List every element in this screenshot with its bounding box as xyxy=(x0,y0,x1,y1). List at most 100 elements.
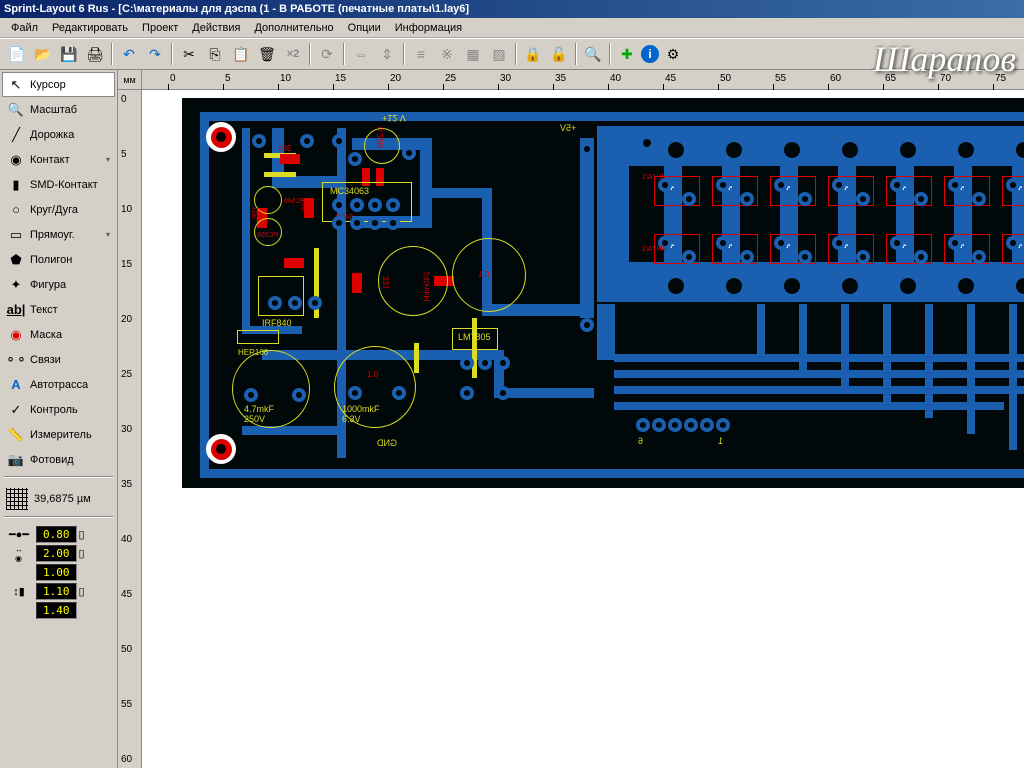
photo-icon: 📷 xyxy=(7,451,25,469)
smd-w-icon: ↕▮ xyxy=(6,585,32,599)
param-track-width[interactable]: ━●━0.80▯ xyxy=(6,526,111,543)
shape-icon: ✦ xyxy=(7,276,25,294)
measure-icon: 📏 xyxy=(7,426,25,444)
param-smd-w[interactable]: ↕▮1.10▯ xyxy=(6,583,111,600)
menu-action[interactable]: Действия xyxy=(185,20,247,36)
circle-icon: ○ xyxy=(7,201,25,219)
align-icon[interactable]: ≡ xyxy=(409,42,433,66)
chevron-down-icon: ▾ xyxy=(106,155,110,164)
param-pad-outer[interactable]: ↔◉2.00▯ xyxy=(6,545,111,562)
label-mc34063: MC34063 xyxy=(330,186,369,196)
menu-edit[interactable]: Редактировать xyxy=(45,20,135,36)
grid-value: 39,6875 µм xyxy=(34,493,91,505)
label-gnd: GND xyxy=(377,438,397,448)
duplicate-icon[interactable]: ×2 xyxy=(281,42,305,66)
tool-cursor[interactable]: ↖Курсор xyxy=(2,72,115,97)
tool-track[interactable]: ╱Дорожка xyxy=(2,122,115,147)
mirror-v-icon[interactable]: ⇕ xyxy=(375,42,399,66)
link-icon: ⚬⚬ xyxy=(7,351,25,369)
mask-icon: ◉ xyxy=(7,326,25,344)
undo-icon[interactable]: ↶ xyxy=(117,42,141,66)
new-file-icon[interactable]: 📄 xyxy=(5,42,29,66)
param-smd-h[interactable]: 1.40 xyxy=(6,602,111,619)
label-cap1a: 4.7mkF xyxy=(244,404,274,414)
canvas-area: мм 05101520253035404550556065707580 0510… xyxy=(118,70,1024,768)
search-icon[interactable]: 🔍 xyxy=(581,42,605,66)
snap-icon[interactable]: ※ xyxy=(435,42,459,66)
cut-icon[interactable]: ✂ xyxy=(177,42,201,66)
open-file-icon[interactable]: 📂 xyxy=(31,42,55,66)
rect-icon: ▭ xyxy=(7,226,25,244)
track-icon: ╱ xyxy=(7,126,25,144)
auto-icon: A xyxy=(7,376,25,394)
crosshair-icon[interactable]: ✚ xyxy=(615,42,639,66)
tool-circle[interactable]: ○Круг/Дуга xyxy=(2,197,115,222)
pcb-viewport[interactable]: MC34063 LM7805 IRF840 HER106 4.7mkF 250V… xyxy=(142,90,1024,768)
paste-icon[interactable]: 📋 xyxy=(229,42,253,66)
pcb-board[interactable]: MC34063 LM7805 IRF840 HER106 4.7mkF 250V… xyxy=(182,98,1024,488)
tool-zoom[interactable]: 🔍Масштаб xyxy=(2,97,115,122)
tool-polygon[interactable]: ⬟Полигон xyxy=(2,247,115,272)
label-her106: HER106 xyxy=(238,348,268,357)
tool-smd[interactable]: ▮SMD-Контакт xyxy=(2,172,115,197)
menu-options[interactable]: Опции xyxy=(341,20,388,36)
copy-icon[interactable]: ⎘ xyxy=(203,42,227,66)
pad-icon: ◉ xyxy=(7,151,25,169)
lock-icon[interactable]: 🔒 xyxy=(521,42,545,66)
tool-mask[interactable]: ◉Маска xyxy=(2,322,115,347)
app-title: Sprint-Layout 6 Rus - [С:\материалы для … xyxy=(4,3,469,15)
save-icon[interactable]: 💾 xyxy=(57,42,81,66)
ruler-corner: мм xyxy=(118,70,142,90)
tool-sidebar: ↖Курсор 🔍Масштаб ╱Дорожка ◉Контакт▾ ▮SMD… xyxy=(0,70,118,768)
params-panel: ━●━0.80▯ ↔◉2.00▯ 1.00 ↕▮1.10▯ 1.40 xyxy=(2,522,115,623)
print-icon[interactable]: 🖨 xyxy=(83,42,107,66)
redo-icon[interactable]: ↷ xyxy=(143,42,167,66)
rotate-icon[interactable]: ⟳ xyxy=(315,42,339,66)
menu-file[interactable]: Файл xyxy=(4,20,45,36)
tool-auto[interactable]: AАвтотрасса xyxy=(2,372,115,397)
label-cap2a: 1000mkF xyxy=(342,404,380,414)
main-toolbar: 📄 📂 💾 🖨 ↶ ↷ ✂ ⎘ 📋 🗑 ×2 ⟳ ⇔ ⇕ ≡ ※ ▦ ▨ 🔒 🔓… xyxy=(0,38,1024,70)
track-w-icon: ━●━ xyxy=(6,528,32,542)
label-lm7805: LM7805 xyxy=(458,332,491,342)
menu-extra[interactable]: Дополнительно xyxy=(247,20,340,36)
param-pad-inner[interactable]: 1.00 xyxy=(6,564,111,581)
ruler-vertical: 0510152025303540455055606570 xyxy=(118,90,142,768)
label-5v: +5V xyxy=(560,123,576,133)
menu-project[interactable]: Проект xyxy=(135,20,185,36)
tool-shape[interactable]: ✦Фигура xyxy=(2,272,115,297)
tool-link[interactable]: ⚬⚬Связи xyxy=(2,347,115,372)
tool-measure[interactable]: 📏Измеритель xyxy=(2,422,115,447)
label-pin1: 1 xyxy=(718,436,723,446)
title-bar: Sprint-Layout 6 Rus - [С:\материалы для … xyxy=(0,0,1024,18)
menu-bar: Файл Редактировать Проект Действия Допол… xyxy=(0,18,1024,38)
info-icon[interactable]: i xyxy=(641,45,659,63)
group-icon[interactable]: ▦ xyxy=(461,42,485,66)
gear-icon[interactable]: ⚙ xyxy=(661,42,685,66)
tool-pad[interactable]: ◉Контакт▾ xyxy=(2,147,115,172)
label-irf840: IRF840 xyxy=(262,318,292,328)
delete-icon[interactable]: 🗑 xyxy=(255,42,279,66)
tool-rect[interactable]: ▭Прямоуг.▾ xyxy=(2,222,115,247)
check-icon: ✓ xyxy=(7,401,25,419)
tool-photo[interactable]: 📷Фотовид xyxy=(2,447,115,472)
label-cap1b: 250V xyxy=(244,414,265,424)
ruler-horizontal: 05101520253035404550556065707580 xyxy=(142,70,1024,90)
menu-info[interactable]: Информация xyxy=(388,20,469,36)
grid-display[interactable]: 39,6875 µм xyxy=(2,486,115,512)
chevron-down-icon: ▾ xyxy=(106,230,110,239)
label-cap2b: 6.3V xyxy=(342,414,361,424)
grid-icon xyxy=(6,488,28,510)
tool-check[interactable]: ✓Контроль xyxy=(2,397,115,422)
polygon-icon: ⬟ xyxy=(7,251,25,269)
label-12v: +12 V xyxy=(382,113,406,123)
pad-out-icon: ↔◉ xyxy=(6,547,32,561)
mirror-h-icon[interactable]: ⇔ xyxy=(349,42,373,66)
label-pin6: 6 xyxy=(638,436,643,446)
ungroup-icon[interactable]: ▨ xyxy=(487,42,511,66)
unlock-icon[interactable]: 🔓 xyxy=(547,42,571,66)
cursor-icon: ↖ xyxy=(7,76,25,94)
zoom-icon: 🔍 xyxy=(7,101,25,119)
text-icon: ab| xyxy=(7,301,25,319)
tool-text[interactable]: ab|Текст xyxy=(2,297,115,322)
